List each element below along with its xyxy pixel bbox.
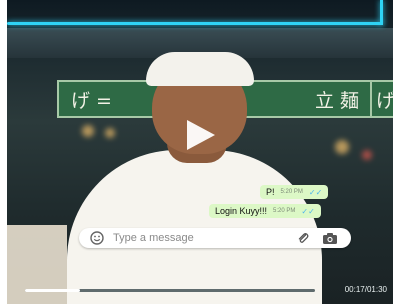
chat-bubble: P! 5:20 PM ✓✓	[260, 185, 329, 199]
bokeh-light	[82, 125, 94, 137]
bokeh-light	[362, 150, 372, 160]
message-input-bar[interactable]: Type a message	[79, 228, 351, 248]
video-timecode: 00:17/01:30	[344, 285, 387, 294]
play-icon[interactable]	[187, 120, 215, 150]
video-progress-fill	[25, 289, 81, 292]
chat-message-time: 5:20 PM	[280, 189, 303, 195]
double-check-icon: ✓✓	[301, 206, 315, 216]
bokeh-light	[105, 128, 115, 138]
paperclip-icon[interactable]	[295, 230, 311, 246]
emoji-icon[interactable]	[89, 231, 104, 246]
person-robe	[67, 150, 322, 304]
camera-icon[interactable]	[321, 230, 339, 246]
neon-light-strip	[7, 22, 383, 25]
chat-message-time: 5:20 PM	[273, 208, 296, 214]
neon-light-vertical	[380, 0, 383, 25]
video-progress-bar[interactable]	[25, 289, 315, 292]
video-player[interactable]: げ = 立 麺 げ P! 5:20 PM ✓✓ Login Kuyy!!! 5:…	[0, 0, 393, 304]
message-input-placeholder[interactable]: Type a message	[113, 232, 295, 244]
video-frame[interactable]: げ = 立 麺 げ P! 5:20 PM ✓✓ Login Kuyy!!! 5:…	[7, 0, 393, 304]
background-shelf	[7, 225, 67, 304]
chat-message-text: Login Kuyy!!!	[215, 206, 268, 216]
chat-message-text: P!	[266, 187, 275, 197]
shop-sign-right: 立 麺	[239, 80, 373, 118]
chat-bubble: Login Kuyy!!! 5:20 PM ✓✓	[209, 204, 321, 218]
double-check-icon: ✓✓	[308, 187, 323, 197]
shop-sign-edge: げ	[370, 80, 393, 118]
person-cap	[146, 52, 254, 86]
bokeh-light	[335, 140, 349, 154]
